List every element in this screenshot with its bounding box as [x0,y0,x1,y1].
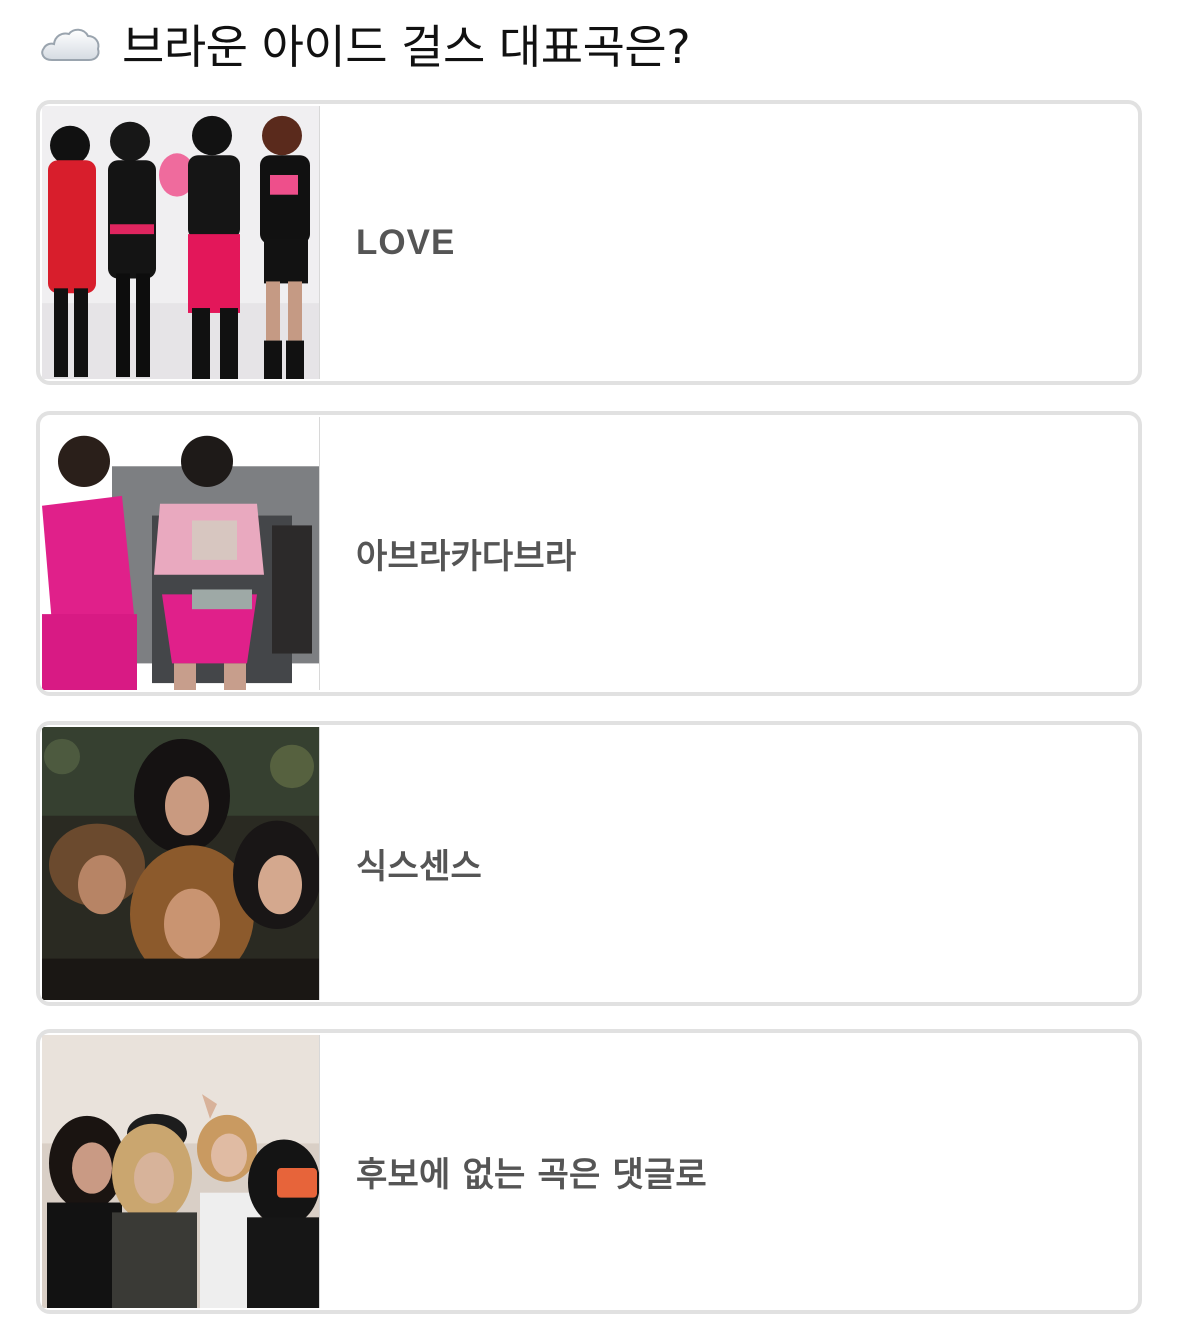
poll-header: 브라운 아이드 걸스 대표곡은? [38,12,691,76]
option-thumbnail [42,417,320,690]
photo-icon [42,1035,319,1308]
option-label: 식스센스 [356,847,482,887]
option-label: 후보에 없는 곡은 댓글로 [356,1155,707,1195]
option-label: 아브라카다브라 [356,537,577,577]
photo-icon [42,417,319,690]
poll-option-abracadabra[interactable]: 아브라카다브라 [36,411,1142,696]
photo-icon [42,727,319,1000]
option-label: LOVE [356,222,456,262]
poll-question: 브라운 아이드 걸스 대표곡은? [122,20,691,74]
option-thumbnail [42,727,320,1000]
option-thumbnail [42,1035,320,1308]
option-thumbnail [42,106,320,379]
poll-option-comment[interactable]: 후보에 없는 곡은 댓글로 [36,1029,1142,1314]
cloud-icon [41,28,100,61]
poll-option-sixth-sense[interactable]: 식스센스 [36,721,1142,1006]
poll-option-love[interactable]: LOVE [36,100,1142,385]
photo-icon [42,106,319,379]
